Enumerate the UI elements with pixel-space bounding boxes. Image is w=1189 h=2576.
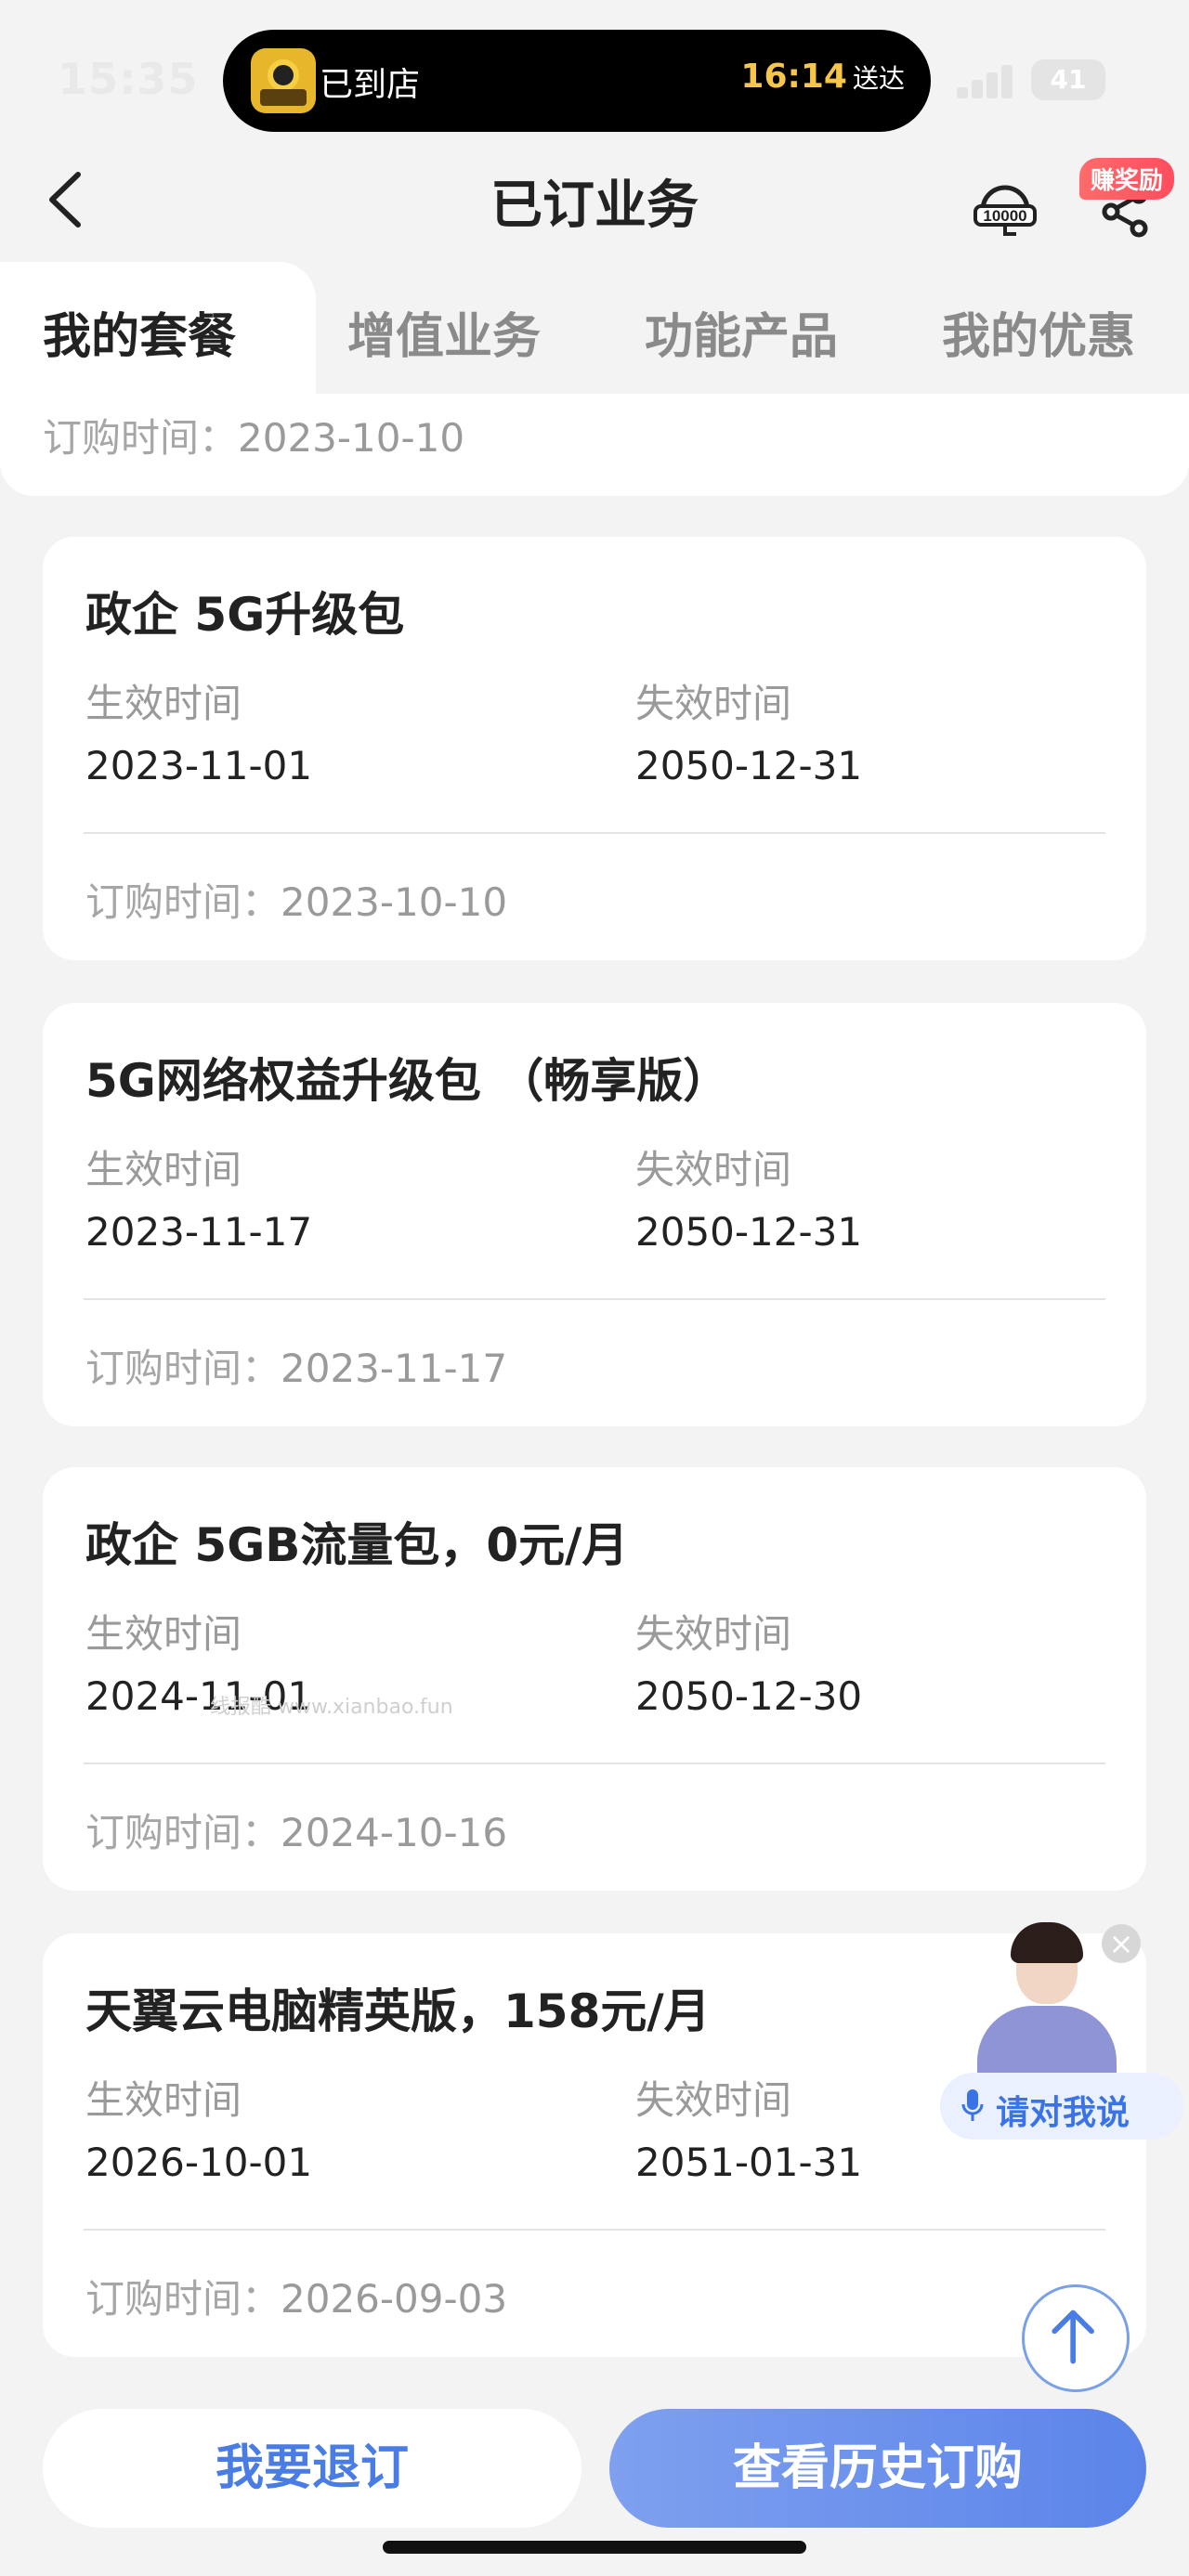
scroll-top-button[interactable]	[1022, 2284, 1130, 2392]
divider	[84, 2229, 1105, 2231]
history-orders-button[interactable]: 查看历史订购	[609, 2409, 1146, 2528]
plan-card[interactable]: 5G网络权益升级包 （畅享版） 生效时间 失效时间 2023-11-17 205…	[43, 1003, 1146, 1426]
tab-function-products[interactable]: 功能产品	[645, 297, 838, 367]
expire-date: 2050-12-31	[635, 743, 863, 788]
order-time: 订购时间：2023-10-10	[85, 871, 507, 928]
effective-date: 2023-11-01	[85, 743, 313, 788]
watermark: 线报酷 www.xianbao.fun	[210, 1696, 453, 1719]
effective-label: 生效时间	[85, 681, 242, 726]
order-time-label: 订购时间：	[43, 415, 239, 461]
expire-label: 失效时间	[635, 2077, 792, 2123]
order-time-label: 订购时间：	[85, 1810, 281, 1855]
delivery-eta-time: 16:14	[740, 58, 847, 96]
svg-text:10000: 10000	[983, 207, 1026, 225]
order-time: 订购时间：2023-10-10	[43, 407, 464, 463]
battery-level: 41	[1050, 64, 1087, 95]
effective-label: 生效时间	[85, 1611, 242, 1657]
effective-date: 2026-10-01	[85, 2140, 313, 2185]
effective-label: 生效时间	[85, 1147, 242, 1192]
order-time-value: 2026-09-03	[281, 2276, 508, 2322]
expire-label: 失效时间	[635, 681, 792, 726]
plan-title: 5G网络权益升级包 （畅享版）	[85, 1054, 730, 1108]
microphone-icon	[961, 2089, 984, 2121]
plan-title: 政企 5GB流量包，0元/月	[85, 1518, 629, 1572]
dynamic-island-delivery[interactable]: 已到店 16:14 送达	[223, 30, 931, 132]
plan-title: 政企 5G升级包	[85, 588, 405, 642]
signal-icon	[957, 65, 1020, 98]
effective-date: 2023-11-17	[85, 1209, 313, 1255]
order-time-label: 订购时间：	[85, 879, 281, 925]
unsubscribe-button[interactable]: 我要退订	[43, 2409, 581, 2528]
order-time-label: 订购时间：	[85, 2276, 281, 2322]
delivery-eta-suffix: 送达	[852, 63, 905, 94]
order-time: 订购时间：2023-11-17	[85, 1337, 507, 1394]
delivery-rider-icon	[251, 48, 316, 113]
expire-date: 2051-01-31	[635, 2140, 863, 2185]
expire-date: 2050-12-31	[635, 1209, 863, 1255]
header: 已订业务 10000 赚奖励	[0, 139, 1189, 260]
home-indicator	[383, 2541, 806, 2554]
divider	[84, 1298, 1105, 1300]
divider	[84, 832, 1105, 834]
tab-bar: 我的套餐 增值业务 功能产品 我的优惠	[0, 262, 1189, 401]
voice-label: 请对我说	[996, 2094, 1130, 2132]
divider	[84, 1763, 1105, 1764]
tab-my-plan[interactable]: 我的套餐	[43, 297, 236, 367]
delivery-status: 已到店	[320, 66, 421, 104]
customer-service-icon[interactable]: 10000	[972, 176, 1039, 243]
reward-badge[interactable]: 赚奖励	[1079, 158, 1175, 200]
effective-label: 生效时间	[85, 2077, 242, 2123]
status-bar: 15:35 已到店 16:14 送达 41	[0, 0, 1189, 139]
order-time-label: 订购时间：	[85, 1346, 281, 1391]
expire-label: 失效时间	[635, 1147, 792, 1192]
battery-icon: 41	[1031, 59, 1105, 100]
plan-title: 天翼云电脑精英版，158元/月	[85, 1984, 711, 2038]
close-icon[interactable]: ×	[1102, 1924, 1141, 1963]
order-time-value: 2023-10-10	[238, 415, 465, 461]
partial-card: 订购时间：2023-10-10	[0, 394, 1189, 496]
tab-value-added[interactable]: 增值业务	[347, 297, 541, 367]
order-time: 订购时间：2026-09-03	[85, 2268, 507, 2324]
plan-card[interactable]: 政企 5GB流量包，0元/月 生效时间 失效时间 2024-11-01 2050…	[43, 1467, 1146, 1891]
order-time-value: 2023-10-10	[281, 879, 508, 925]
voice-assistant-button[interactable]: 请对我说	[940, 2073, 1183, 2140]
delivery-eta: 16:14 送达	[740, 58, 905, 96]
order-time-value: 2024-10-16	[281, 1810, 508, 1855]
order-time-value: 2023-11-17	[281, 1346, 508, 1391]
plan-card[interactable]: 政企 5G升级包 生效时间 失效时间 2023-11-01 2050-12-31…	[43, 537, 1146, 960]
order-time: 订购时间：2024-10-16	[85, 1802, 507, 1858]
expire-date: 2050-12-30	[635, 1673, 863, 1719]
arrow-up-icon	[1052, 2309, 1094, 2364]
expire-label: 失效时间	[635, 1611, 792, 1657]
tab-my-offers[interactable]: 我的优惠	[942, 297, 1135, 367]
status-time: 15:35	[58, 54, 199, 104]
